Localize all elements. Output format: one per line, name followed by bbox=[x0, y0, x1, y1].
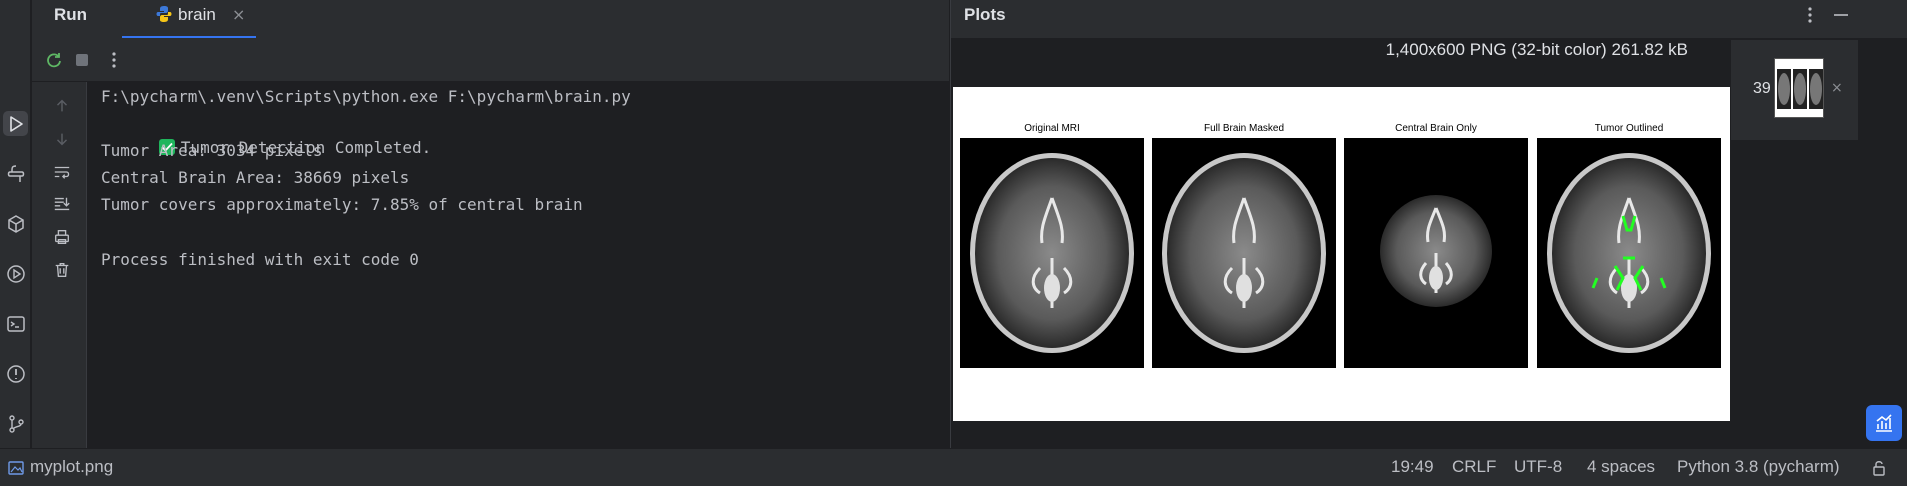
status-indent[interactable]: 4 spaces bbox=[1587, 457, 1655, 477]
mri-central-image bbox=[1344, 138, 1528, 368]
problems-icon[interactable] bbox=[3, 361, 28, 386]
subplot-title-masked: Full Brain Masked bbox=[1203, 123, 1285, 134]
console-line-command: F:\pycharm\.venv\Scripts\python.exe F:\p… bbox=[101, 87, 631, 106]
python-packages-icon[interactable] bbox=[3, 211, 28, 236]
services-icon[interactable] bbox=[3, 261, 28, 286]
console-gutter bbox=[32, 82, 87, 448]
tab-brain[interactable]: brain × bbox=[122, 0, 256, 38]
clear-all-button[interactable] bbox=[50, 258, 74, 282]
arrow-down-icon bbox=[56, 133, 68, 146]
plot-thumbnail-list: 39 × bbox=[1731, 40, 1858, 140]
minimize-icon bbox=[1834, 14, 1848, 16]
mri-tumor-outlined-image bbox=[1537, 138, 1721, 368]
tab-label: brain bbox=[178, 5, 216, 24]
terminal-icon[interactable] bbox=[3, 311, 28, 336]
more-vertical-icon bbox=[1808, 7, 1812, 23]
console-line-exit: Process finished with exit code 0 bbox=[101, 250, 419, 269]
run-title: Run bbox=[54, 5, 88, 24]
run-toolbar bbox=[32, 38, 949, 82]
scroll-up-button[interactable] bbox=[50, 94, 74, 118]
stop-button[interactable] bbox=[70, 48, 94, 72]
rerun-icon bbox=[47, 53, 61, 68]
print-button[interactable] bbox=[50, 225, 74, 249]
run-panel: Run brain × F:\pycharm\.venv\Scripts\pyt… bbox=[32, 0, 949, 448]
chart-icon bbox=[1876, 414, 1892, 432]
status-interpreter[interactable]: Python 3.8 (pycharm) bbox=[1677, 457, 1840, 477]
plots-panel: Plots 1,400x600 PNG (32-bit color) 261.8… bbox=[950, 0, 1907, 448]
python-file-icon bbox=[156, 6, 172, 22]
thumbnail-count: 39 bbox=[1753, 80, 1771, 97]
status-line-ending[interactable]: CRLF bbox=[1452, 457, 1496, 477]
console-line-coverage: Tumor covers approximately: 7.85% of cen… bbox=[101, 195, 583, 214]
image-file-icon bbox=[8, 461, 24, 475]
soft-wrap-button[interactable] bbox=[50, 160, 74, 184]
run-tool-icon[interactable] bbox=[3, 111, 28, 136]
more-options-button[interactable] bbox=[102, 48, 126, 72]
subplot-title-tumor: Tumor Outlined bbox=[1594, 123, 1664, 134]
run-header: Run brain × bbox=[32, 0, 949, 38]
plots-title: Plots bbox=[964, 5, 1006, 24]
console-line-central-area: Central Brain Area: 38669 pixels bbox=[101, 168, 410, 187]
lock-icon[interactable] bbox=[1871, 460, 1887, 476]
plots-header: Plots bbox=[951, 0, 1907, 38]
scroll-to-end-icon bbox=[54, 197, 70, 211]
scroll-to-end-button[interactable] bbox=[50, 192, 74, 216]
image-info: 1,400x600 PNG (32-bit color) 261.82 kB bbox=[1385, 40, 1688, 59]
rerun-button[interactable] bbox=[42, 48, 66, 72]
soft-wrap-icon bbox=[54, 166, 70, 179]
arrow-up-icon bbox=[56, 99, 68, 112]
plots-options-button[interactable] bbox=[1798, 3, 1822, 27]
stop-icon bbox=[76, 54, 88, 66]
mri-masked-image bbox=[1152, 138, 1336, 368]
scroll-down-button[interactable] bbox=[50, 127, 74, 151]
mri-original-image bbox=[960, 138, 1144, 368]
tab-close-icon[interactable]: × bbox=[232, 5, 245, 24]
thumbnail-image bbox=[1777, 69, 1823, 109]
plot-image: Original MRI Full Brain Masked Central B… bbox=[953, 87, 1730, 421]
print-icon bbox=[55, 230, 69, 244]
status-bar: myplot.png 19:49 CRLF UTF-8 4 spaces Pyt… bbox=[0, 448, 1907, 486]
thumbnail-close-icon[interactable]: × bbox=[1831, 80, 1843, 96]
subplot-title-original: Original MRI bbox=[1024, 123, 1080, 134]
more-vertical-icon bbox=[112, 52, 116, 68]
subplot-title-central: Central Brain Only bbox=[1395, 123, 1477, 134]
console-line-completed: Tumor Detection Completed. bbox=[101, 112, 431, 157]
console-line-tumor-area: Tumor Area: 3034 pixels bbox=[101, 141, 323, 160]
git-icon[interactable] bbox=[3, 411, 28, 436]
status-encoding[interactable]: UTF-8 bbox=[1514, 457, 1562, 477]
python-console-icon[interactable] bbox=[3, 161, 28, 186]
tool-window-strip bbox=[0, 0, 31, 448]
ai-assistant-button[interactable] bbox=[1866, 405, 1902, 441]
status-caret-position[interactable]: 19:49 bbox=[1391, 457, 1434, 477]
console-output[interactable]: F:\pycharm\.venv\Scripts\python.exe F:\p… bbox=[101, 82, 941, 448]
trash-icon bbox=[55, 263, 69, 277]
status-file-name[interactable]: myplot.png bbox=[30, 457, 113, 477]
minimize-button[interactable] bbox=[1829, 3, 1853, 27]
plot-thumbnail[interactable] bbox=[1774, 58, 1824, 118]
